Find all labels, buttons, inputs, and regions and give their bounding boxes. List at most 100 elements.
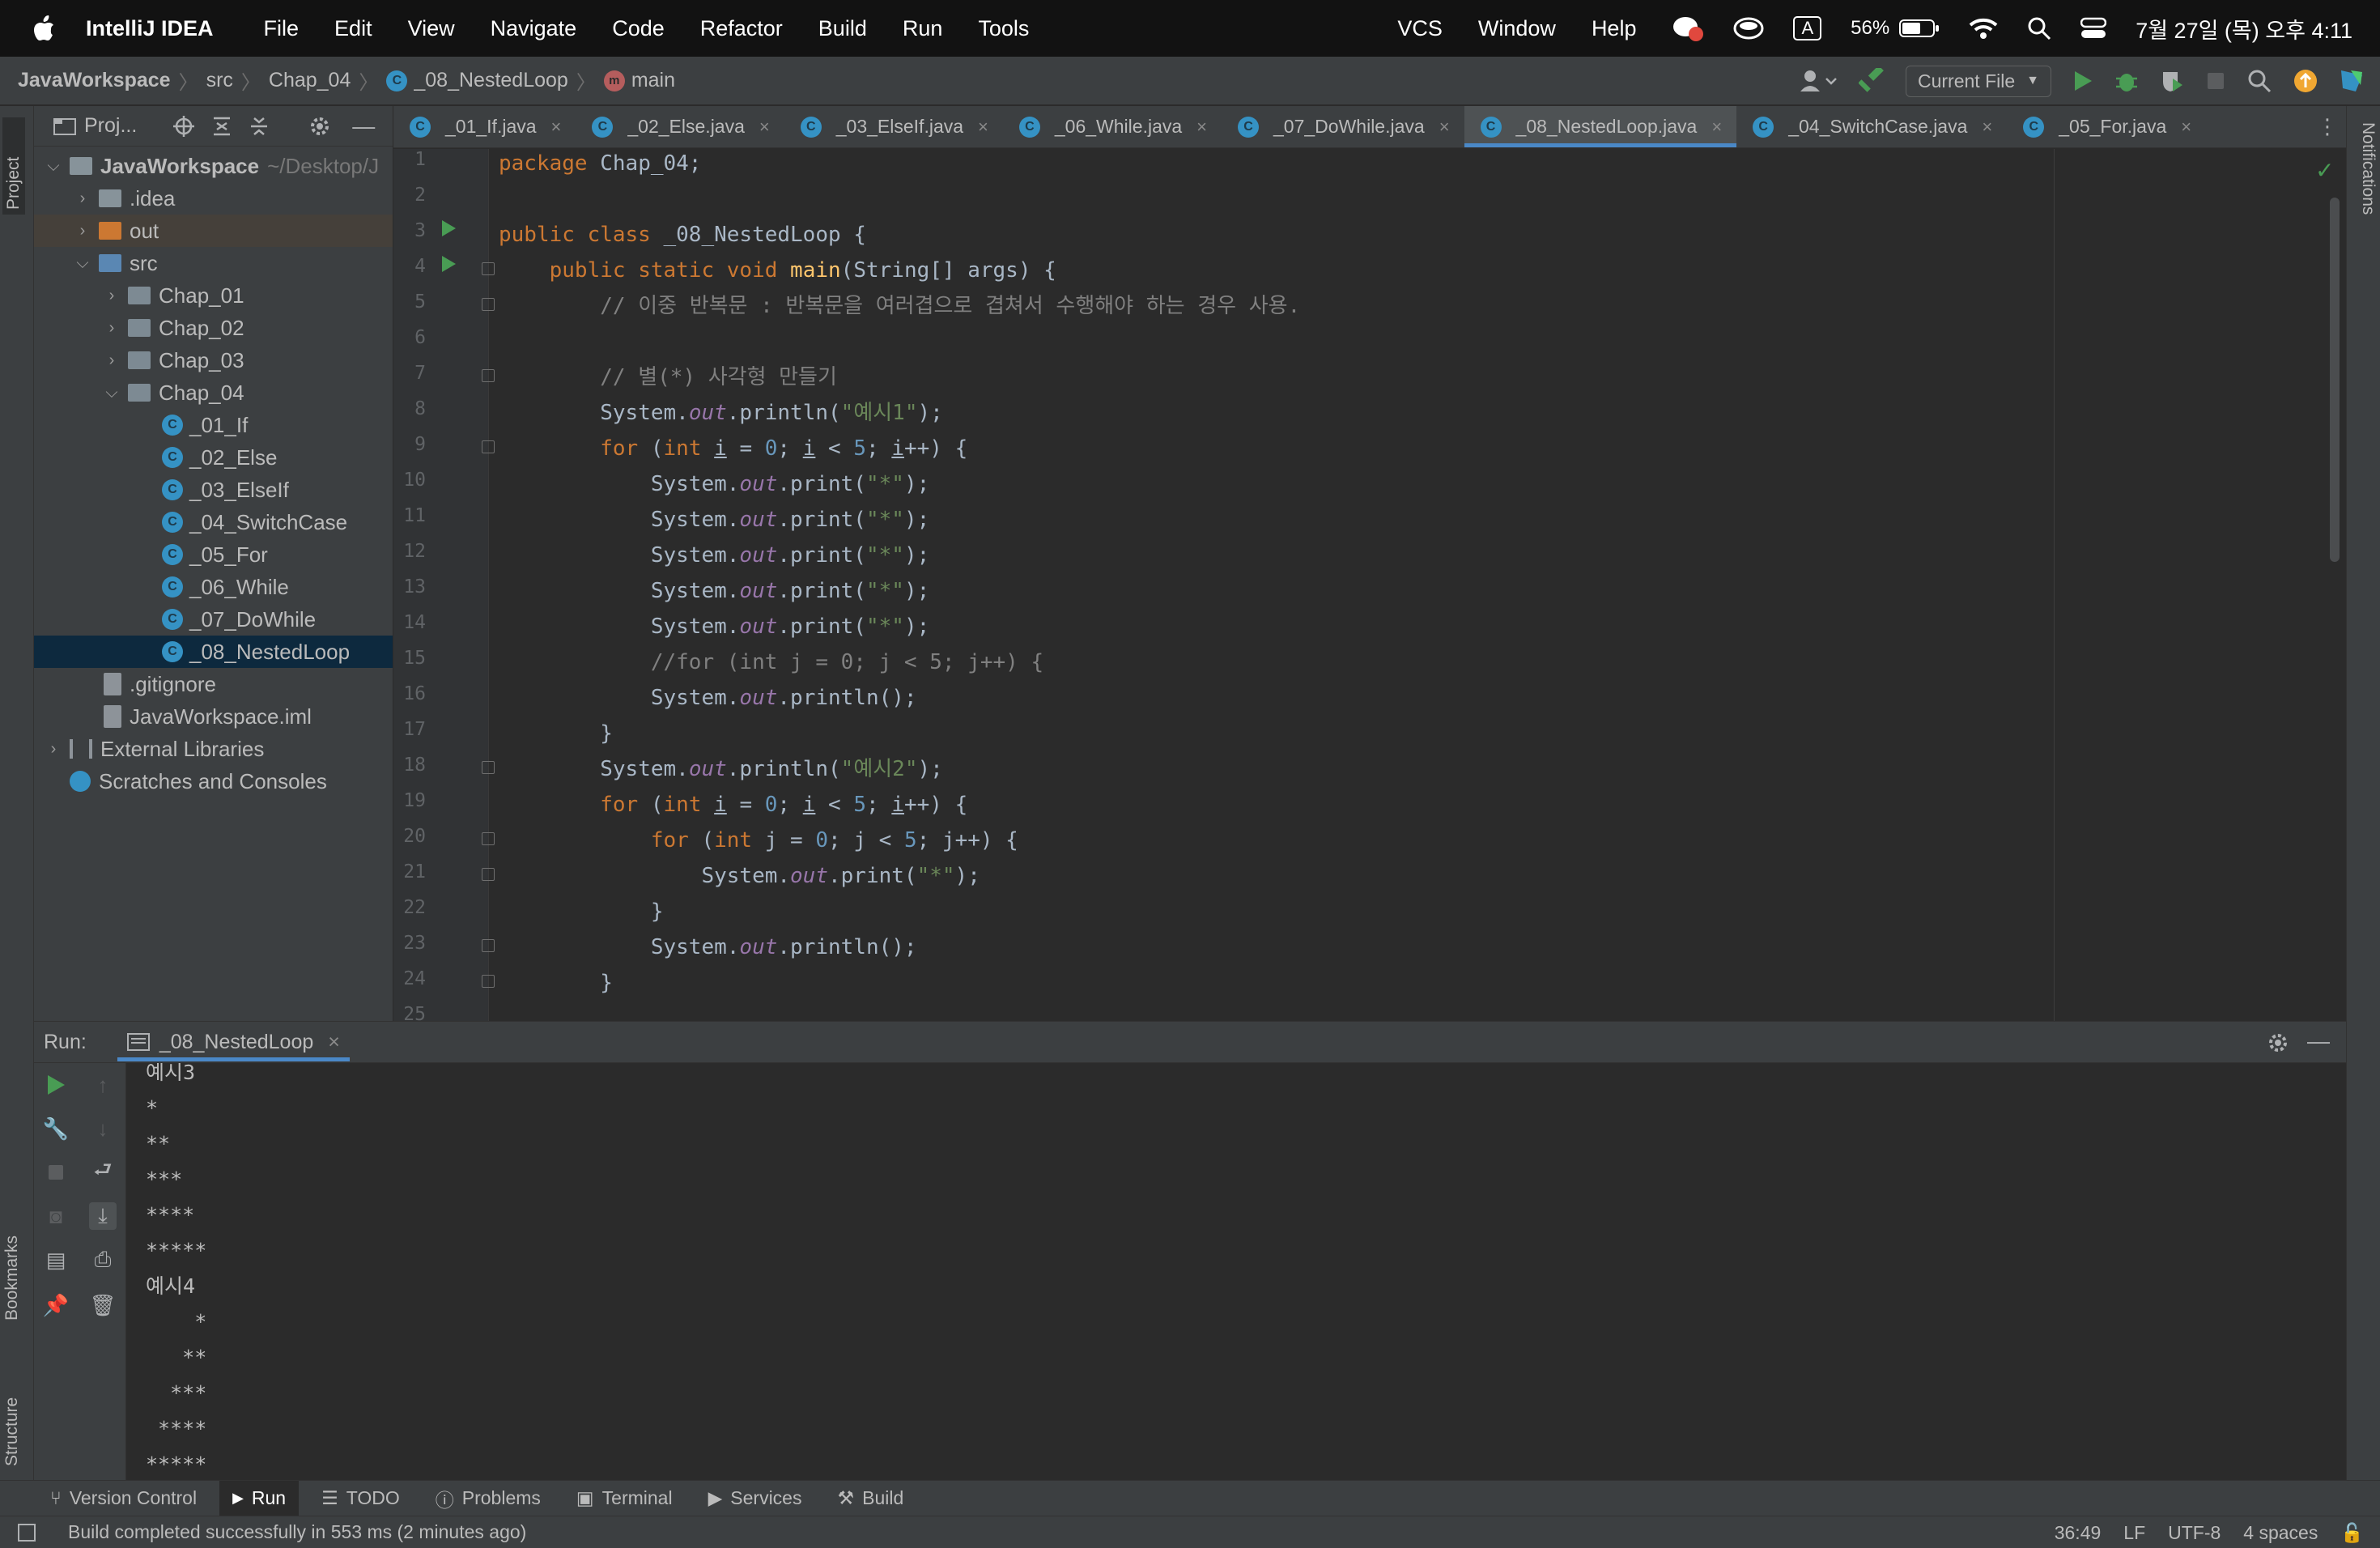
tree-item-external-libraries[interactable]: › External Libraries [34,733,393,765]
chevron-right-icon[interactable]: › [104,351,120,370]
tree-item-idea[interactable]: › .idea [34,182,393,215]
battery-icon[interactable] [1899,19,1940,38]
account-icon[interactable] [1799,69,1838,93]
run-gutter-icon[interactable] [442,256,456,272]
fold-marker-icon[interactable] [482,939,495,952]
input-source-indicator[interactable]: A [1793,16,1822,40]
close-icon[interactable]: × [551,117,562,138]
menu-tools[interactable]: Tools [978,16,1029,41]
problems-tool-button[interactable]: ⓘ Problems [436,1485,541,1512]
fold-marker-icon[interactable] [482,761,495,774]
app-name[interactable]: IntelliJ IDEA [86,16,214,41]
tree-file-08[interactable]: C _08_NestedLoop [34,636,393,668]
run-configuration-select[interactable]: Current File ▼ [1906,65,2051,97]
menu-code[interactable]: Code [612,16,665,41]
tree-file-02[interactable]: C _02_Else [34,441,393,474]
breadcrumb-file[interactable]: C _08_NestedLoop [386,69,568,92]
update-icon[interactable] [2293,68,2318,94]
no-problems-check-icon[interactable]: ✓ [2315,157,2334,184]
tab-01-if[interactable]: C _01_If.java × [393,106,576,147]
stop-icon[interactable] [2205,70,2226,91]
coverage-icon[interactable] [2160,69,2184,93]
indent-setting[interactable]: 4 spaces [2243,1522,2318,1544]
close-icon[interactable]: × [759,117,770,138]
menu-file[interactable]: File [264,16,300,41]
editor-scrollbar[interactable] [2330,198,2340,562]
tree-item-chap04[interactable]: ⌵ Chap_04 [34,376,393,409]
tree-file-06[interactable]: C _06_While [34,571,393,603]
run-gutter-icon[interactable] [442,220,456,236]
jetbrains-logo-icon[interactable] [2340,69,2364,93]
file-encoding[interactable]: UTF-8 [2168,1522,2221,1544]
services-tool-button[interactable]: ▶ Services [708,1487,802,1509]
apple-icon[interactable] [32,15,55,41]
scroll-up-icon[interactable]: ↑ [89,1071,117,1099]
print-icon[interactable]: ⎙ [89,1246,117,1274]
wrench-icon[interactable]: 🔧 [42,1115,70,1142]
hide-panel-icon[interactable]: — [352,113,375,139]
rerun-icon[interactable] [42,1071,70,1099]
tree-file-03[interactable]: C _03_ElseIf [34,474,393,506]
expand-all-icon[interactable] [211,115,232,138]
tab-04-switchcase[interactable]: C _04_SwitchCase.java × [1736,106,2007,147]
notifications-tool-tab[interactable]: Notifications [2358,122,2378,268]
breadcrumb-package[interactable]: Chap_04 [269,69,351,92]
menu-run[interactable]: Run [903,16,943,41]
clock[interactable]: 7월 27일 (목) 오후 4:11 [2136,13,2352,45]
build-hammer-icon[interactable] [1859,68,1885,94]
collapse-all-icon[interactable] [249,115,270,138]
menu-edit[interactable]: Edit [334,16,372,41]
close-icon[interactable]: × [978,117,988,138]
lock-icon[interactable]: 🔓 [2340,1522,2364,1544]
layout-icon[interactable]: ▤ [42,1246,70,1274]
close-icon[interactable]: × [328,1031,340,1054]
breadcrumb-method[interactable]: m main [603,69,675,92]
more-tabs-icon[interactable]: ⋮ [2317,114,2338,139]
line-separator[interactable]: LF [2123,1522,2145,1544]
gear-icon[interactable] [2267,1031,2289,1054]
code-editor[interactable]: 1 2 3 4 5 6 7 8 9 10 11 12 13 14 15 16 1… [393,149,2346,1021]
fold-marker-icon[interactable] [482,832,495,845]
scroll-to-end-icon[interactable]: ⤓ [89,1202,117,1230]
fold-marker-icon[interactable] [482,975,495,988]
trash-icon[interactable]: 🗑 [89,1291,117,1319]
code-content[interactable]: package Chap_04; public class _08_Nested… [499,149,1300,1021]
menu-window[interactable]: Window [1478,16,1556,41]
build-tool-button[interactable]: ⚒ Build [837,1487,903,1509]
fold-marker-icon[interactable] [482,868,495,881]
tab-05-for[interactable]: C _05_For.java × [2007,106,2206,147]
control-center-icon[interactable] [2080,17,2107,40]
tree-item-gitignore[interactable]: .gitignore [34,668,393,700]
run-icon[interactable] [2072,70,2093,92]
tree-item-root[interactable]: ⌵ JavaWorkspace ~/Desktop/J [34,150,393,182]
camera-icon[interactable]: ◙ [42,1202,70,1230]
toggle-tool-windows-icon[interactable] [18,1523,36,1542]
tree-file-07[interactable]: C _07_DoWhile [34,603,393,636]
debug-bug-icon[interactable] [2114,69,2139,93]
tree-item-chap01[interactable]: › Chap_01 [34,279,393,312]
breadcrumb-project[interactable]: JavaWorkspace [18,69,171,92]
chevron-right-icon[interactable]: › [45,740,62,759]
fold-marker-icon[interactable] [482,440,495,453]
tree-item-out[interactable]: › out [34,215,393,247]
run-tab-nestedloop[interactable]: _08_NestedLoop × [117,1021,350,1063]
chevron-right-icon[interactable]: › [104,287,120,305]
tree-item-chap03[interactable]: › Chap_03 [34,344,393,376]
search-icon[interactable] [2247,69,2272,93]
close-icon[interactable]: × [1982,117,1992,138]
tab-07-dowhile[interactable]: C _07_DoWhile.java × [1222,106,1464,147]
project-tool-tab[interactable]: Project [2,117,25,215]
menu-refactor[interactable]: Refactor [700,16,783,41]
fold-marker-icon[interactable] [482,262,495,275]
fold-marker-icon[interactable] [482,369,495,382]
todo-tool-button[interactable]: ☰ TODO [321,1487,400,1509]
console-output[interactable]: 예시3 * ** *** **** ***** 예시4 * ** *** ***… [126,1063,2346,1480]
coffee-icon[interactable] [1733,15,1764,41]
fold-marker-icon[interactable] [482,298,495,311]
menu-view[interactable]: View [408,16,455,41]
chevron-right-icon[interactable]: › [104,319,120,338]
menu-help[interactable]: Help [1592,16,1637,41]
structure-tool-tab[interactable]: Structure [2,1353,22,1466]
terminal-tool-button[interactable]: ▣ Terminal [576,1487,673,1509]
hide-panel-icon[interactable]: — [2307,1028,2330,1054]
